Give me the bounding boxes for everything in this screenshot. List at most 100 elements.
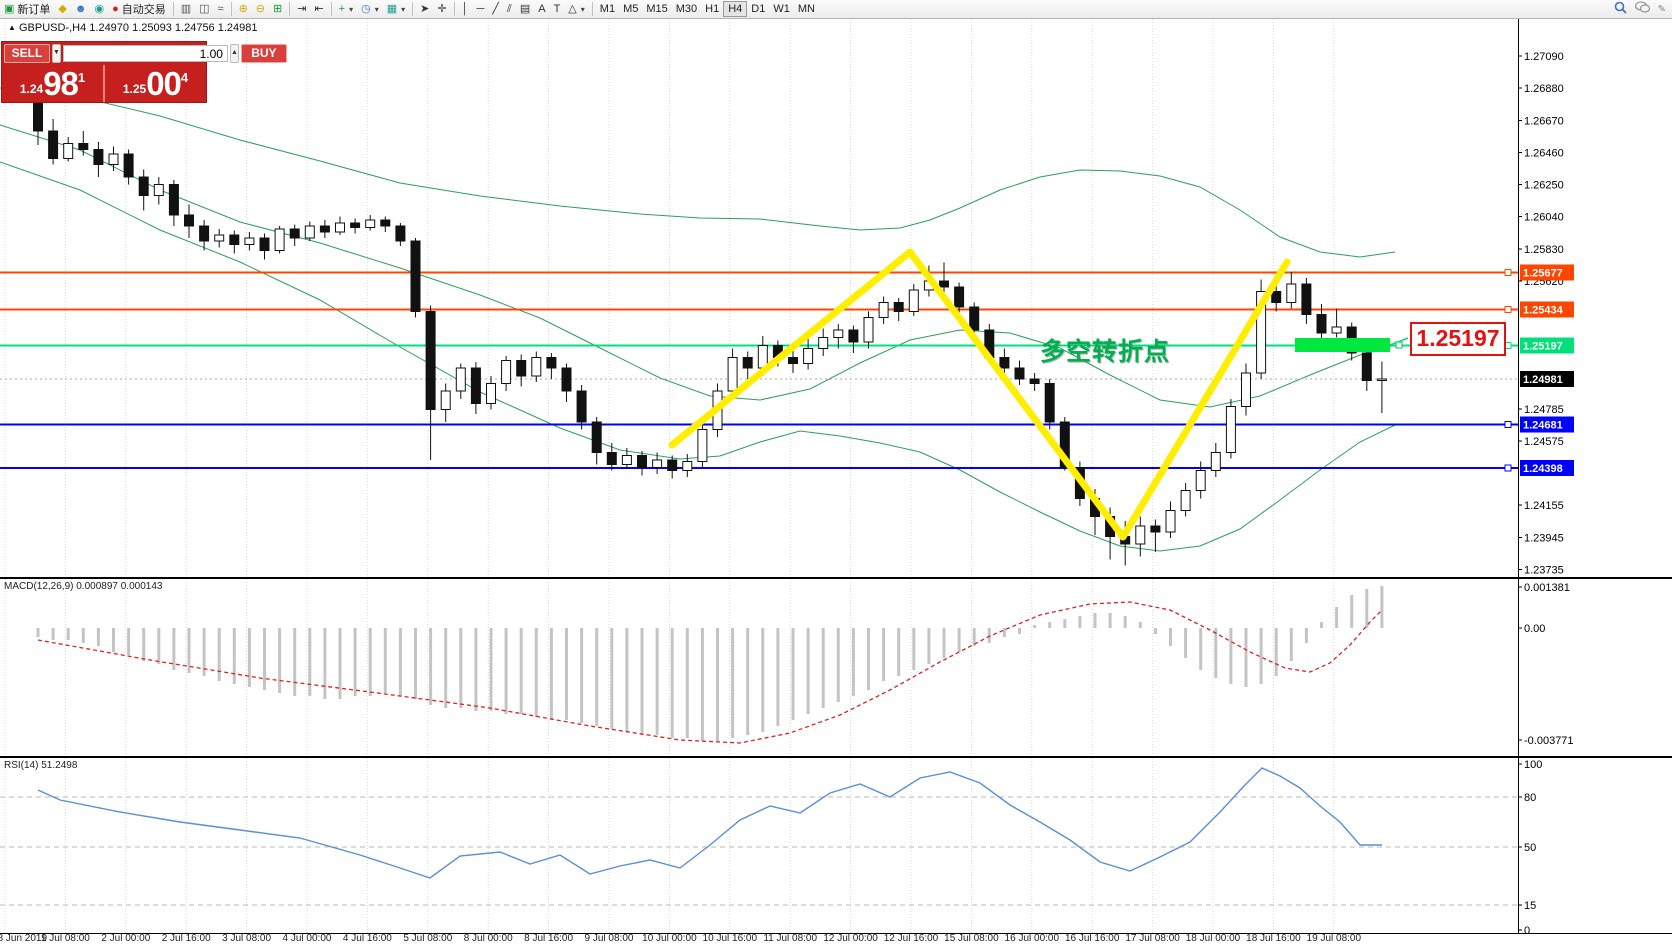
dropdown-arrow-icon[interactable]: ▾ <box>375 5 379 14</box>
volume-down-button[interactable]: ▼ <box>52 44 61 63</box>
dropdown-arrow-icon[interactable]: ▾ <box>349 5 353 14</box>
search-icon[interactable] <box>1614 1 1627 17</box>
candle <box>1030 379 1039 384</box>
tf-h1-button[interactable]: H1 <box>701 1 723 17</box>
trendline-button[interactable]: ╱ <box>488 1 503 17</box>
tf-h4-button[interactable]: H4 <box>723 1 747 17</box>
turning-point-annotation[interactable]: 多空转折点 <box>1040 332 1170 368</box>
candle <box>502 361 511 384</box>
shapes-button[interactable]: △▾ <box>564 1 588 17</box>
line-handle[interactable] <box>1505 270 1511 276</box>
line-handle[interactable] <box>1505 307 1511 313</box>
chart-title: ▲ GBPUSD-,H4 1.24970 1.25093 1.24756 1.2… <box>8 22 258 34</box>
mql5-market-icon[interactable]: ◆ <box>54 1 70 17</box>
signals-icon[interactable]: ◉ <box>90 1 108 17</box>
vline-button[interactable]: │ <box>458 1 473 17</box>
auto-scroll-button[interactable]: ⇥ <box>293 1 310 17</box>
sell-price-sup: 1 <box>78 70 85 85</box>
candle <box>864 318 873 343</box>
mt4-terminal-window: ▣新订单◆☻◉●自动交易▥◫≈⊕⊖⊞⇥⇤+▾◷▾▦▾➤✛│─╱⫽▤AT△▾M1M… <box>0 0 1672 944</box>
tf-m15-button[interactable]: M15 <box>642 1 671 17</box>
toolbar-group: +▾◷▾▦▾ <box>335 0 410 18</box>
price-axis-label: 1.23735 <box>1524 565 1564 577</box>
templates-button[interactable]: ▦▾ <box>383 1 409 17</box>
toolbar-group: ⇥⇤ <box>293 0 327 18</box>
candle <box>668 460 677 471</box>
one-click-trade-panel: SELL ▼ ▲ BUY 1.24981 1.25004 <box>2 42 206 102</box>
tf-m5-button[interactable]: M5 <box>619 1 642 17</box>
sell-button[interactable]: SELL <box>4 44 50 63</box>
cursor-button[interactable]: ➤ <box>416 1 433 17</box>
candle-chart-icon: ◫ <box>199 2 209 16</box>
zoom-in-button[interactable]: ⊕ <box>235 1 252 17</box>
dropdown-arrow-icon[interactable]: ▾ <box>401 5 405 14</box>
price-axis-label: 1.24785 <box>1524 404 1564 416</box>
text-button[interactable]: A <box>534 1 549 17</box>
channel-button[interactable]: ⫽ <box>503 1 516 17</box>
bar-chart-button[interactable]: ▥ <box>177 1 195 17</box>
fibonacci-button[interactable]: ▤ <box>516 1 534 17</box>
autotrade-button[interactable]: ●自动交易 <box>108 1 170 17</box>
tf-w1-button[interactable]: W1 <box>769 1 794 17</box>
price-axis-label: 1.26880 <box>1524 83 1564 95</box>
volume-up-button[interactable]: ▲ <box>230 44 239 63</box>
green-bar-annotation[interactable] <box>1295 338 1390 352</box>
candle <box>1242 373 1251 407</box>
new-order-icon: ▣ <box>4 2 14 16</box>
time-axis-label: 19 Jul 08:00 <box>1307 933 1362 944</box>
toolbar-group: M1 M5 M15M30H1H4D1W1MN <box>596 0 819 18</box>
indicators-button[interactable]: +▾ <box>335 1 357 17</box>
chat-icon[interactable] <box>1635 1 1650 17</box>
shapes-icon: △ <box>568 2 576 16</box>
line-chart-button[interactable]: ≈ <box>214 1 228 17</box>
candle-chart-button[interactable]: ◫ <box>195 1 213 17</box>
chart-collapse-icon[interactable]: ▲ <box>8 23 16 32</box>
edit-icon[interactable]: ✎ <box>1658 4 1666 15</box>
candle <box>320 226 329 232</box>
candle <box>441 391 450 410</box>
time-axis-label: 2 Jul 00:00 <box>101 933 150 944</box>
time-axis-label: 16 Jul 00:00 <box>1005 933 1060 944</box>
toolbar-separator <box>289 2 290 16</box>
candle <box>1362 353 1371 381</box>
buy-button[interactable]: BUY <box>241 44 287 63</box>
tf-d1-button[interactable]: D1 <box>747 1 769 17</box>
candle <box>154 185 163 196</box>
toolbar-button-label: M5 <box>623 3 638 15</box>
candle <box>185 215 194 226</box>
label-button[interactable]: T <box>550 1 565 17</box>
zigzag-annotation[interactable] <box>672 252 1287 537</box>
candle <box>381 220 390 226</box>
volume-input[interactable] <box>63 45 228 62</box>
candle <box>396 226 405 241</box>
periods-button[interactable]: ◷▾ <box>357 1 383 17</box>
line-handle[interactable] <box>1505 465 1511 471</box>
candle <box>411 241 420 312</box>
tile-windows-button[interactable]: ⊞ <box>269 1 286 17</box>
profile-icon[interactable]: ☻ <box>71 1 91 17</box>
price-axis-label: 1.24575 <box>1524 436 1564 448</box>
chart-canvas[interactable]: 1.270901.268801.266701.264601.262501.260… <box>0 0 1672 944</box>
buy-price-sup: 4 <box>181 70 188 85</box>
callout-handle[interactable] <box>1396 342 1402 348</box>
trendline-icon: ╱ <box>492 2 499 16</box>
buy-price-prefix: 1.25 <box>123 82 146 96</box>
toolbar-button-label: M1 <box>600 3 615 15</box>
tf-mn-button[interactable]: MN <box>794 1 819 17</box>
zoom-out-button[interactable]: ⊖ <box>252 1 269 17</box>
buy-price[interactable]: 1.25004 <box>105 65 206 102</box>
candle <box>940 281 949 287</box>
crosshair-button[interactable]: ✛ <box>433 1 450 17</box>
tf-m30-button[interactable]: M30 <box>672 1 701 17</box>
sell-price[interactable]: 1.24981 <box>2 65 105 102</box>
tf-m1-button[interactable]: M1 <box>596 1 619 17</box>
toolbar-group: ➤✛ <box>416 0 450 18</box>
toolbar-group: ⊕⊖⊞ <box>235 0 287 18</box>
chart-shift-button[interactable]: ⇤ <box>310 1 327 17</box>
candle <box>834 330 843 338</box>
line-handle[interactable] <box>1505 422 1511 428</box>
price-callout-label[interactable]: 1.25197 <box>1410 322 1506 356</box>
new-order-button[interactable]: ▣新订单 <box>0 1 54 17</box>
dropdown-arrow-icon[interactable]: ▾ <box>581 5 585 14</box>
hline-button[interactable]: ─ <box>472 1 488 17</box>
